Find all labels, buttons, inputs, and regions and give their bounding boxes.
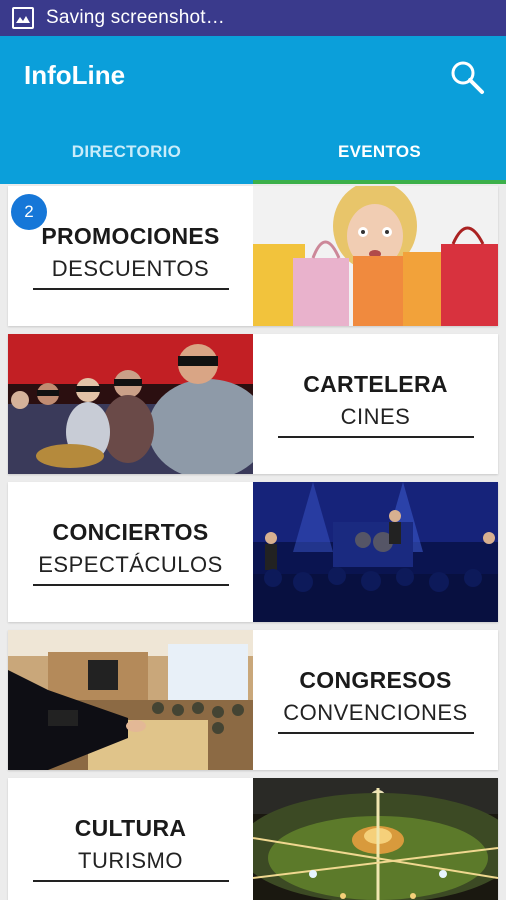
status-text: Saving screenshot… [46,7,225,28]
divider [32,879,229,882]
card-conciertos[interactable]: CONCIERTOS ESPECTÁCULOS [8,482,498,622]
card-title: CONGRESOS [299,666,452,693]
card-subtitle: CONVENCIONES [283,699,468,725]
app-title: InfoLine [24,60,126,90]
card-title: CONCIERTOS [52,518,209,545]
card-text: CONCIERTOS ESPECTÁCULOS [8,482,253,622]
card-title: PROMOCIONES [41,222,220,249]
search-icon[interactable] [448,58,488,98]
cinema-3d-audience-photo [8,334,253,474]
card-cultura[interactable]: CULTURA TURISMO [8,778,498,900]
card-subtitle: DESCUENTOS [51,255,210,281]
concert-stage-photo [253,482,498,622]
image-icon [12,7,34,29]
divider [277,731,474,734]
card-congresos[interactable]: CONGRESOS CONVENCIONES [8,630,498,770]
card-text: CARTELERA CINES [253,334,498,474]
tab-eventos[interactable]: EVENTOS [253,120,506,184]
card-promociones[interactable]: PROMOCIONES DESCUENTOS [8,186,498,326]
tab-bar: DIRECTORIO EVENTOS [0,120,506,184]
card-subtitle: TURISMO [78,847,183,873]
card-subtitle: ESPECTÁCULOS [38,551,223,577]
shopping-woman-photo [253,186,498,326]
status-bar: Saving screenshot… [0,0,506,36]
tab-directorio[interactable]: DIRECTORIO [0,120,253,184]
card-title: CULTURA [74,814,187,841]
divider [32,287,229,290]
card-text: CULTURA TURISMO [8,778,253,900]
app-bar: InfoLine DIRECTORIO EVENTOS [0,36,506,184]
notification-badge: 2 [11,194,47,230]
divider [277,435,474,438]
card-text: CONGRESOS CONVENCIONES [253,630,498,770]
conference-hall-photo [8,630,253,770]
card-cartelera[interactable]: CARTELERA CINES [8,334,498,474]
card-subtitle: CINES [340,403,411,429]
night-city-aerial-photo [253,778,498,900]
card-title: CARTELERA [303,370,448,397]
divider [32,583,229,586]
